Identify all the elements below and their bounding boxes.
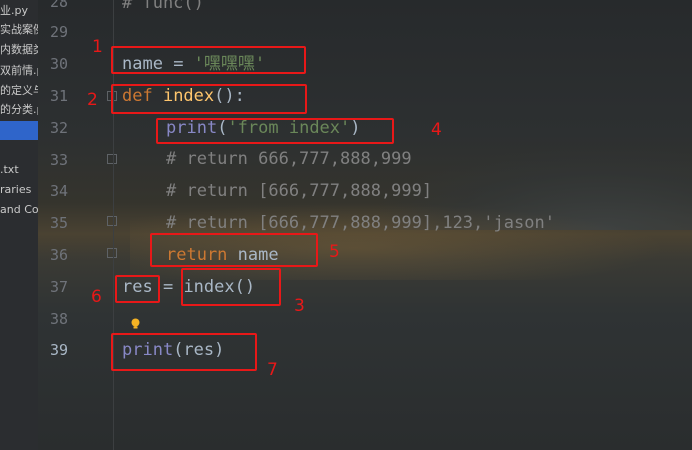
line-number: 32 — [49, 119, 68, 137]
sidebar-file-item[interactable]: .txt — [0, 160, 38, 180]
line-number: 29 — [49, 23, 68, 41]
annotation-label-5: 5 — [329, 242, 340, 262]
annotation-label-2: 2 — [87, 90, 98, 110]
code-line-34[interactable]: # return [666,777,888,999] — [166, 180, 432, 202]
line-number: 31 — [49, 87, 68, 105]
annotation-box-5 — [150, 233, 318, 267]
sidebar-file-item[interactable]: 实战案例 — [0, 20, 38, 40]
annotation-box-7 — [111, 333, 257, 371]
sidebar-selection-highlight — [0, 121, 38, 140]
annotation-box-1 — [111, 46, 306, 74]
project-sidebar[interactable]: 业.py 实战案例 内数据类 双前情.py 的定义与 的分类.py .txt r… — [0, 0, 38, 450]
line-number: 37 — [49, 278, 68, 296]
line-number: 33 — [49, 151, 68, 169]
sidebar-file-item[interactable]: 内数据类 — [0, 40, 38, 60]
annotation-box-6 — [115, 275, 160, 303]
code-line-33[interactable]: # return 666,777,888,999 — [166, 148, 412, 170]
line-number: 30 — [49, 55, 68, 73]
code-line-35[interactable]: # return [666,777,888,999],123,'jason' — [166, 212, 555, 234]
annotation-label-3: 3 — [294, 296, 305, 316]
annotation-box-4 — [156, 118, 394, 144]
line-number: 34 — [49, 182, 68, 200]
lightbulb-icon[interactable] — [130, 318, 141, 330]
line-number: 28 — [49, 0, 68, 11]
sidebar-file-item[interactable]: 业.py — [0, 1, 38, 21]
fold-marker-icon[interactable] — [107, 216, 117, 226]
sidebar-file-item[interactable]: 的分类.py — [0, 100, 38, 120]
line-number: 36 — [49, 246, 68, 264]
annotation-label-4: 4 — [431, 120, 442, 140]
sidebar-file-item[interactable]: 的定义与 — [0, 81, 38, 101]
annotation-box-3 — [181, 268, 281, 306]
annotation-label-6: 6 — [91, 287, 102, 307]
line-number-current: 39 — [49, 341, 68, 359]
line-number: 35 — [49, 214, 68, 232]
fold-marker-icon[interactable] — [107, 248, 117, 258]
sidebar-external-libraries[interactable]: raries — [0, 180, 38, 200]
line-number: 38 — [49, 310, 68, 328]
sidebar-scratches-consoles[interactable]: and Co — [0, 200, 38, 220]
annotation-label-1: 1 — [92, 37, 103, 57]
sidebar-file-item[interactable]: 双前情.py — [0, 61, 38, 81]
fold-marker-icon[interactable] — [107, 154, 117, 164]
code-line-28[interactable]: # func() — [122, 0, 204, 14]
annotation-box-2 — [111, 84, 307, 114]
annotation-label-7: 7 — [267, 360, 278, 380]
